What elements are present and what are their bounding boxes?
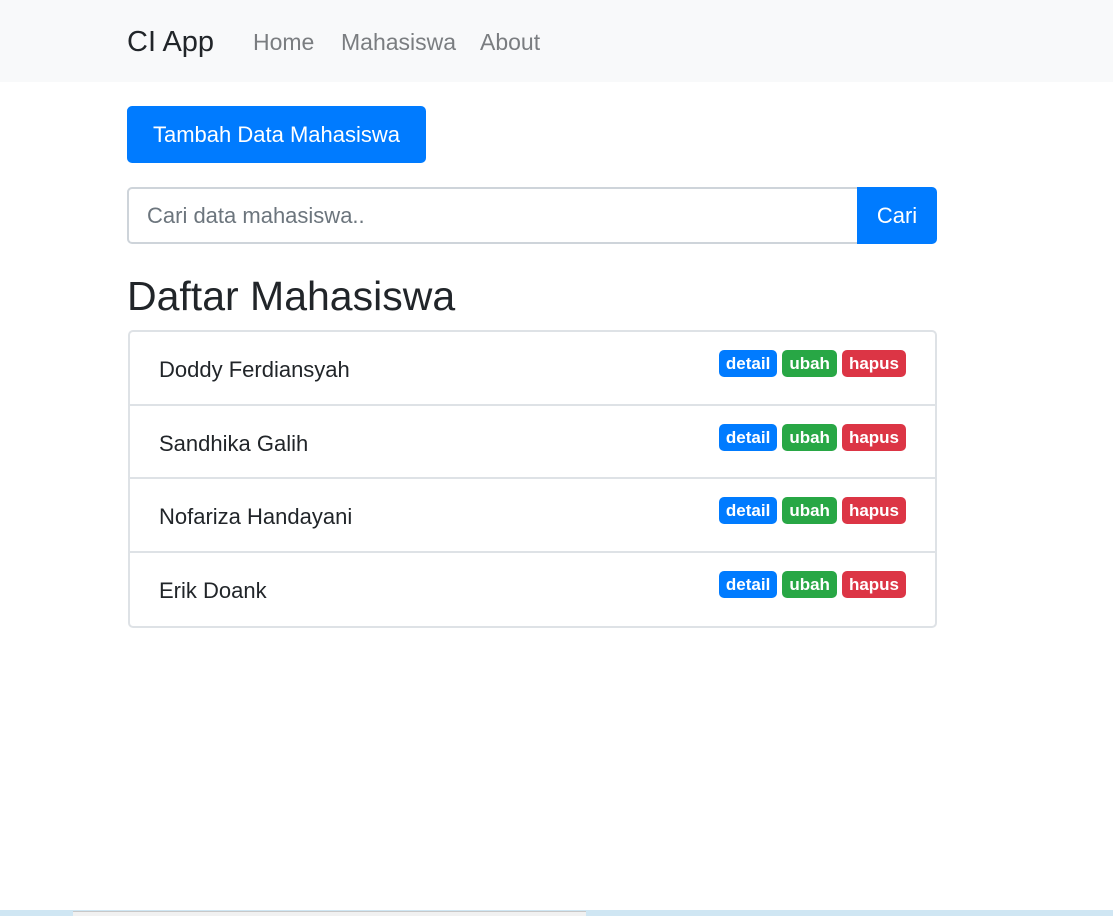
- list-item: Sandhika Galih detail ubah hapus: [130, 406, 935, 479]
- edit-badge[interactable]: ubah: [782, 497, 837, 524]
- detail-badge[interactable]: detail: [718, 350, 778, 377]
- search-input[interactable]: [127, 187, 858, 244]
- action-badges: detail ubah hapus: [718, 497, 906, 524]
- page-title: Daftar Mahasiswa: [127, 273, 456, 319]
- action-badges: detail ubah hapus: [718, 570, 906, 598]
- delete-badge[interactable]: hapus: [841, 423, 906, 451]
- list-item: Erik Doank detail ubah hapus: [130, 553, 935, 627]
- nav-link-about[interactable]: About: [480, 28, 540, 56]
- add-student-button[interactable]: Tambah Data Mahasiswa: [127, 106, 426, 163]
- navbar: CI App Home Mahasiswa About: [0, 0, 1113, 82]
- taskbar-tab: [73, 911, 586, 916]
- student-name: Nofariza Handayani: [159, 504, 353, 529]
- student-name: Sandhika Galih: [159, 430, 309, 456]
- nav-link-mahasiswa[interactable]: Mahasiswa: [341, 28, 456, 56]
- list-item: Nofariza Handayani detail ubah hapus: [130, 479, 935, 553]
- action-badges: detail ubah hapus: [718, 350, 906, 377]
- action-badges: detail ubah hapus: [718, 423, 906, 451]
- detail-badge[interactable]: detail: [718, 423, 778, 451]
- edit-badge[interactable]: ubah: [782, 350, 837, 377]
- student-name: Erik Doank: [159, 577, 267, 603]
- search-button[interactable]: Cari: [857, 187, 937, 244]
- brand-link[interactable]: CI App: [127, 24, 214, 60]
- edit-badge[interactable]: ubah: [782, 423, 837, 451]
- nav-link-home[interactable]: Home: [253, 28, 314, 56]
- detail-badge[interactable]: detail: [718, 497, 778, 524]
- list-item: Doddy Ferdiansyah detail ubah hapus: [130, 332, 935, 406]
- student-name: Doddy Ferdiansyah: [159, 357, 350, 382]
- delete-badge[interactable]: hapus: [841, 497, 906, 524]
- delete-badge[interactable]: hapus: [841, 350, 906, 377]
- delete-badge[interactable]: hapus: [841, 570, 906, 598]
- edit-badge[interactable]: ubah: [782, 570, 837, 598]
- student-list: Doddy Ferdiansyah detail ubah hapus Sand…: [128, 330, 937, 628]
- detail-badge[interactable]: detail: [718, 570, 778, 598]
